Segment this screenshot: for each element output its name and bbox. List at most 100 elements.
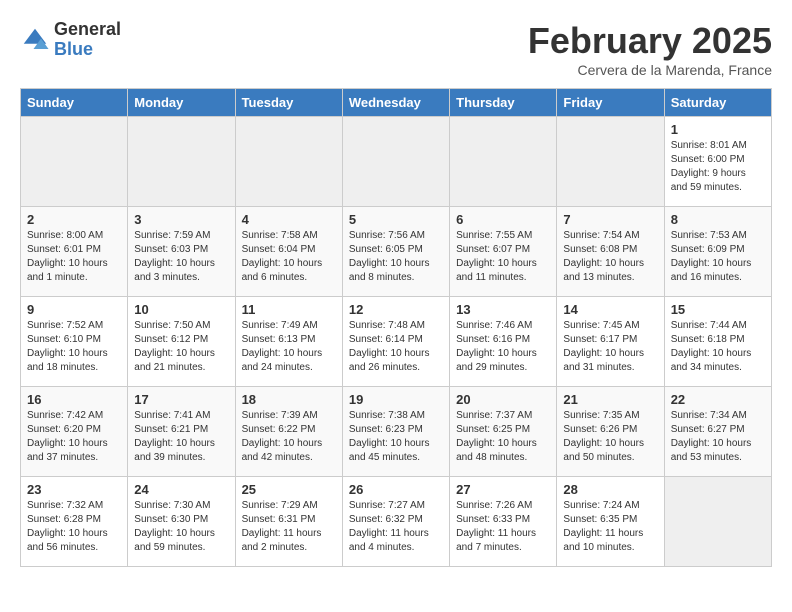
day-info: Sunrise: 7:54 AM Sunset: 6:08 PM Dayligh…	[563, 229, 657, 285]
day-number: 15	[671, 302, 765, 317]
day-info: Sunrise: 7:29 AM Sunset: 6:31 PM Dayligh…	[242, 499, 336, 555]
week-row-3: 16Sunrise: 7:42 AM Sunset: 6:20 PM Dayli…	[21, 387, 772, 477]
day-cell: 5 Sunrise: 7:56 AM Sunset: 6:05 PM Daylig…	[342, 207, 449, 297]
day-cell: 2 Sunrise: 8:00 AM Sunset: 6:01 PM Daylig…	[21, 207, 128, 297]
day-info: Sunrise: 7:46 AM Sunset: 6:16 PM Dayligh…	[456, 319, 550, 375]
day-info: Sunrise: 7:30 AM Sunset: 6:30 PM Dayligh…	[134, 499, 228, 555]
day-cell	[342, 117, 449, 207]
day-number: 14	[563, 302, 657, 317]
day-info: Sunrise: 7:35 AM Sunset: 6:26 PM Dayligh…	[563, 409, 657, 465]
day-cell: 3 Sunrise: 7:59 AM Sunset: 6:03 PM Daylig…	[128, 207, 235, 297]
day-cell: 17 Sunrise: 7:41 AM Sunset: 6:21 PM Dayli…	[128, 387, 235, 477]
day-number: 8	[671, 212, 765, 227]
day-cell: 24Sunrise: 7:30 AM Sunset: 6:30 PM Dayli…	[128, 477, 235, 567]
title-section: February 2025 Cervera de la Marenda, Fra…	[528, 20, 772, 78]
day-number: 16	[27, 392, 121, 407]
day-number: 7	[563, 212, 657, 227]
day-cell: 6 Sunrise: 7:55 AM Sunset: 6:07 PM Daylig…	[450, 207, 557, 297]
logo: General Blue	[20, 20, 121, 60]
day-number: 21	[563, 392, 657, 407]
day-number: 10	[134, 302, 228, 317]
day-number: 3	[134, 212, 228, 227]
column-header-thursday: Thursday	[450, 89, 557, 117]
day-number: 23	[27, 482, 121, 497]
day-info: Sunrise: 7:37 AM Sunset: 6:25 PM Dayligh…	[456, 409, 550, 465]
week-row-1: 2 Sunrise: 8:00 AM Sunset: 6:01 PM Daylig…	[21, 207, 772, 297]
calendar-table: SundayMondayTuesdayWednesdayThursdayFrid…	[20, 88, 772, 567]
day-info: Sunrise: 7:41 AM Sunset: 6:21 PM Dayligh…	[134, 409, 228, 465]
day-info: Sunrise: 7:34 AM Sunset: 6:27 PM Dayligh…	[671, 409, 765, 465]
day-cell: 21 Sunrise: 7:35 AM Sunset: 6:26 PM Dayli…	[557, 387, 664, 477]
day-cell	[557, 117, 664, 207]
day-cell: 12 Sunrise: 7:48 AM Sunset: 6:14 PM Dayli…	[342, 297, 449, 387]
day-number: 18	[242, 392, 336, 407]
day-info: Sunrise: 7:44 AM Sunset: 6:18 PM Dayligh…	[671, 319, 765, 375]
day-info: Sunrise: 8:00 AM Sunset: 6:01 PM Dayligh…	[27, 229, 121, 285]
logo-text: General Blue	[54, 20, 121, 60]
day-cell	[235, 117, 342, 207]
month-title: February 2025	[528, 20, 772, 62]
day-info: Sunrise: 7:52 AM Sunset: 6:10 PM Dayligh…	[27, 319, 121, 375]
day-number: 2	[27, 212, 121, 227]
day-cell: 10Sunrise: 7:50 AM Sunset: 6:12 PM Dayli…	[128, 297, 235, 387]
day-info: Sunrise: 7:55 AM Sunset: 6:07 PM Dayligh…	[456, 229, 550, 285]
day-cell	[450, 117, 557, 207]
day-number: 9	[27, 302, 121, 317]
day-cell: 4 Sunrise: 7:58 AM Sunset: 6:04 PM Daylig…	[235, 207, 342, 297]
day-info: Sunrise: 7:45 AM Sunset: 6:17 PM Dayligh…	[563, 319, 657, 375]
header-row: SundayMondayTuesdayWednesdayThursdayFrid…	[21, 89, 772, 117]
day-cell: 16Sunrise: 7:42 AM Sunset: 6:20 PM Dayli…	[21, 387, 128, 477]
day-number: 6	[456, 212, 550, 227]
day-cell: 19 Sunrise: 7:38 AM Sunset: 6:23 PM Dayli…	[342, 387, 449, 477]
day-cell: 8 Sunrise: 7:53 AM Sunset: 6:09 PM Daylig…	[664, 207, 771, 297]
day-cell: 20 Sunrise: 7:37 AM Sunset: 6:25 PM Dayli…	[450, 387, 557, 477]
day-number: 19	[349, 392, 443, 407]
day-number: 17	[134, 392, 228, 407]
day-info: Sunrise: 7:39 AM Sunset: 6:22 PM Dayligh…	[242, 409, 336, 465]
day-info: Sunrise: 8:01 AM Sunset: 6:00 PM Dayligh…	[671, 139, 765, 195]
day-info: Sunrise: 7:38 AM Sunset: 6:23 PM Dayligh…	[349, 409, 443, 465]
day-cell: 11 Sunrise: 7:49 AM Sunset: 6:13 PM Dayli…	[235, 297, 342, 387]
day-cell	[664, 477, 771, 567]
day-number: 13	[456, 302, 550, 317]
day-number: 5	[349, 212, 443, 227]
day-number: 25	[242, 482, 336, 497]
day-cell: 14 Sunrise: 7:45 AM Sunset: 6:17 PM Dayli…	[557, 297, 664, 387]
day-info: Sunrise: 7:49 AM Sunset: 6:13 PM Dayligh…	[242, 319, 336, 375]
day-number: 4	[242, 212, 336, 227]
day-number: 12	[349, 302, 443, 317]
day-number: 11	[242, 302, 336, 317]
column-header-sunday: Sunday	[21, 89, 128, 117]
column-header-friday: Friday	[557, 89, 664, 117]
day-info: Sunrise: 7:27 AM Sunset: 6:32 PM Dayligh…	[349, 499, 443, 555]
day-number: 20	[456, 392, 550, 407]
column-header-saturday: Saturday	[664, 89, 771, 117]
day-info: Sunrise: 7:24 AM Sunset: 6:35 PM Dayligh…	[563, 499, 657, 555]
column-header-monday: Monday	[128, 89, 235, 117]
day-cell	[128, 117, 235, 207]
column-header-tuesday: Tuesday	[235, 89, 342, 117]
day-cell: 15 Sunrise: 7:44 AM Sunset: 6:18 PM Dayli…	[664, 297, 771, 387]
day-info: Sunrise: 7:53 AM Sunset: 6:09 PM Dayligh…	[671, 229, 765, 285]
day-number: 1	[671, 122, 765, 137]
week-row-2: 9 Sunrise: 7:52 AM Sunset: 6:10 PM Daylig…	[21, 297, 772, 387]
page-header: General Blue February 2025 Cervera de la…	[20, 20, 772, 78]
day-info: Sunrise: 7:56 AM Sunset: 6:05 PM Dayligh…	[349, 229, 443, 285]
day-cell: 7 Sunrise: 7:54 AM Sunset: 6:08 PM Daylig…	[557, 207, 664, 297]
day-number: 26	[349, 482, 443, 497]
day-info: Sunrise: 7:48 AM Sunset: 6:14 PM Dayligh…	[349, 319, 443, 375]
day-info: Sunrise: 7:59 AM Sunset: 6:03 PM Dayligh…	[134, 229, 228, 285]
day-cell: 13 Sunrise: 7:46 AM Sunset: 6:16 PM Dayli…	[450, 297, 557, 387]
day-number: 28	[563, 482, 657, 497]
day-cell: 22 Sunrise: 7:34 AM Sunset: 6:27 PM Dayli…	[664, 387, 771, 477]
logo-icon	[20, 25, 50, 55]
day-cell	[21, 117, 128, 207]
day-cell: 18 Sunrise: 7:39 AM Sunset: 6:22 PM Dayli…	[235, 387, 342, 477]
day-info: Sunrise: 7:32 AM Sunset: 6:28 PM Dayligh…	[27, 499, 121, 555]
day-info: Sunrise: 7:58 AM Sunset: 6:04 PM Dayligh…	[242, 229, 336, 285]
day-cell: 27Sunrise: 7:26 AM Sunset: 6:33 PM Dayli…	[450, 477, 557, 567]
day-cell: 23 Sunrise: 7:32 AM Sunset: 6:28 PM Dayli…	[21, 477, 128, 567]
week-row-0: 1 Sunrise: 8:01 AM Sunset: 6:00 PM Daylig…	[21, 117, 772, 207]
day-number: 27	[456, 482, 550, 497]
day-number: 22	[671, 392, 765, 407]
